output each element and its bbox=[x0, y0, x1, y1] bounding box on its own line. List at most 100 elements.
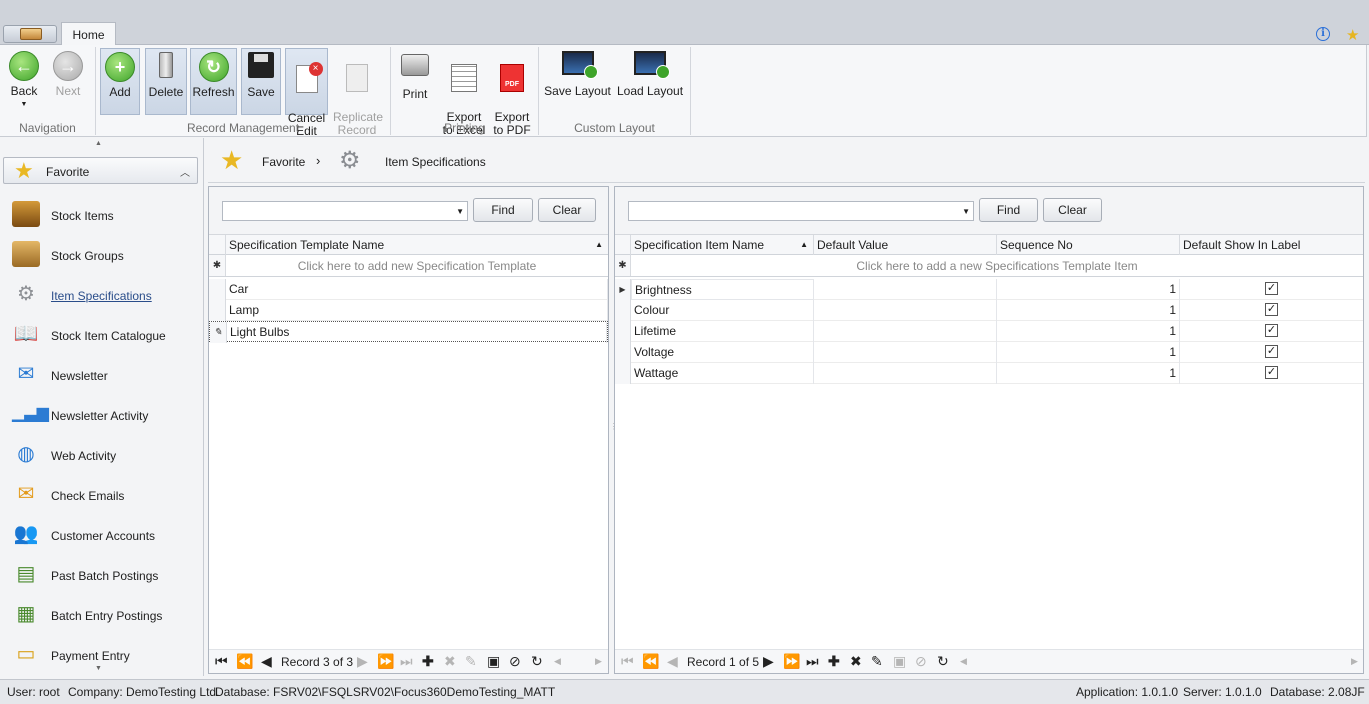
scroll-left-icon[interactable]: ◀ bbox=[960, 656, 967, 667]
sidebar-group-header[interactable]: ★ Favorite ︿ bbox=[3, 157, 198, 184]
group-record-management: Record Management bbox=[186, 121, 300, 135]
add-button[interactable]: + Add bbox=[100, 48, 140, 115]
search-combo[interactable]: ▼ bbox=[222, 201, 468, 221]
next-page-icon[interactable]: ⏩ bbox=[377, 653, 394, 670]
catalogue-icon: 📖 bbox=[13, 323, 39, 345]
sidebar-item-label: Web Activity bbox=[51, 449, 117, 463]
checkbox[interactable]: ✓ bbox=[1265, 324, 1278, 337]
sidebar-item-stock-items[interactable]: Stock Items bbox=[10, 195, 200, 231]
next-record-icon[interactable]: ▶ bbox=[763, 653, 774, 670]
save-record-icon[interactable]: ▣ bbox=[893, 653, 906, 670]
table-row[interactable]: Wattage 1 ✓ bbox=[615, 363, 1363, 384]
find-button[interactable]: Find bbox=[979, 198, 1038, 222]
sidebar-scroll-up[interactable]: ▲ bbox=[95, 140, 102, 147]
checkbox[interactable]: ✓ bbox=[1265, 345, 1278, 358]
chevron-up-icon[interactable]: ︿ bbox=[180, 164, 190, 179]
app-menu-button[interactable] bbox=[3, 25, 57, 43]
table-row[interactable]: ▶ Brightness 1 ✓ bbox=[615, 279, 1363, 300]
cancel-record-icon[interactable]: ⊘ bbox=[915, 653, 927, 670]
table-row[interactable]: Lifetime 1 ✓ bbox=[615, 321, 1363, 342]
edit-record-icon[interactable]: ✎ bbox=[465, 653, 477, 670]
next-page-icon[interactable]: ⏩ bbox=[783, 653, 800, 670]
dropdown-arrow-icon[interactable]: ▼ bbox=[4, 98, 44, 111]
scroll-left-icon[interactable]: ◀ bbox=[554, 656, 561, 667]
clear-button[interactable]: Clear bbox=[538, 198, 596, 222]
last-record-icon[interactable]: ⏭ bbox=[400, 653, 413, 670]
sidebar-item-customer-accounts[interactable]: 👥 Customer Accounts bbox=[10, 515, 200, 551]
prev-page-icon[interactable]: ⏪ bbox=[642, 653, 659, 670]
breadcrumb-favorite[interactable]: Favorite bbox=[262, 155, 305, 169]
sidebar-item-check-emails[interactable]: ✉ Check Emails bbox=[10, 475, 200, 511]
sidebar-item-batch-entry-postings[interactable]: ▦ Batch Entry Postings bbox=[10, 595, 200, 631]
refresh-record-icon[interactable]: ↻ bbox=[937, 653, 949, 670]
export-excel-button[interactable]: Export to Excel bbox=[440, 48, 488, 137]
column-header-sequence-no[interactable]: Sequence No bbox=[997, 235, 1180, 255]
checkbox[interactable]: ✓ bbox=[1265, 366, 1278, 379]
scroll-right-icon[interactable]: ▶ bbox=[595, 656, 602, 667]
status-bar: User: root Company: DemoTesting Ltd. Dat… bbox=[0, 679, 1369, 704]
table-cell-editing[interactable]: Light Bulbs bbox=[227, 322, 607, 343]
sidebar-item-item-specifications[interactable]: ⚙ Item Specifications bbox=[10, 275, 200, 311]
refresh-record-icon[interactable]: ↻ bbox=[531, 653, 543, 670]
save-layout-button[interactable]: Save Layout bbox=[544, 48, 611, 115]
search-combo[interactable]: ▼ bbox=[628, 201, 974, 221]
delete-button[interactable]: Delete bbox=[145, 48, 187, 115]
checkbox[interactable]: ✓ bbox=[1265, 282, 1278, 295]
prev-record-icon[interactable]: ◀ bbox=[667, 653, 678, 670]
info-icon[interactable]: i bbox=[1316, 27, 1330, 41]
table-row[interactable]: Voltage 1 ✓ bbox=[615, 342, 1363, 363]
edit-record-icon[interactable]: ✎ bbox=[871, 653, 883, 670]
sidebar-scroll-down[interactable]: ▼ bbox=[95, 665, 102, 672]
print-button[interactable]: Print bbox=[395, 48, 435, 115]
column-header-item-name[interactable]: Specification Item Name ▲ bbox=[631, 235, 814, 255]
save-record-icon[interactable]: ▣ bbox=[487, 653, 500, 670]
add-label: Add bbox=[109, 85, 131, 99]
save-button[interactable]: Save bbox=[241, 48, 281, 115]
next-button[interactable]: → Next bbox=[48, 48, 88, 115]
sidebar-item-past-batch-postings[interactable]: ▤ Past Batch Postings bbox=[10, 555, 200, 591]
sidebar-item-web-activity[interactable]: ◍ Web Activity bbox=[10, 435, 200, 471]
delete-record-icon[interactable]: ✖ bbox=[850, 653, 862, 670]
back-button[interactable]: ← Back ▼ bbox=[4, 48, 44, 115]
tab-home[interactable]: Home bbox=[61, 22, 116, 46]
new-row[interactable]: ✱ Click here to add new Specification Te… bbox=[209, 255, 608, 277]
export-pdf-button[interactable]: PDF Export to PDF bbox=[491, 48, 533, 137]
breadcrumb-current: Item Specifications bbox=[385, 155, 486, 169]
sidebar-item-newsletter[interactable]: ✉ Newsletter bbox=[10, 355, 200, 391]
add-record-icon[interactable]: ✚ bbox=[828, 653, 840, 670]
load-layout-button[interactable]: Load Layout bbox=[616, 48, 684, 115]
save-layout-icon bbox=[561, 51, 598, 79]
first-record-icon[interactable]: ⏮ bbox=[215, 653, 228, 670]
next-record-icon[interactable]: ▶ bbox=[357, 653, 368, 670]
delete-record-icon[interactable]: ✖ bbox=[444, 653, 456, 670]
sidebar-item-stock-item-catalogue[interactable]: 📖 Stock Item Catalogue bbox=[10, 315, 200, 351]
prev-record-icon[interactable]: ◀ bbox=[261, 653, 272, 670]
table-row[interactable]: Car bbox=[209, 279, 608, 300]
sidebar-item-stock-groups[interactable]: Stock Groups bbox=[10, 235, 200, 271]
template-grid-panel: ▼ Find Clear Specification Template Name… bbox=[208, 186, 609, 674]
star-icon[interactable]: ★ bbox=[1346, 26, 1359, 44]
first-record-icon[interactable]: ⏮ bbox=[621, 653, 634, 670]
table-row[interactable]: Lamp bbox=[209, 300, 608, 321]
column-header-default-value[interactable]: Default Value bbox=[814, 235, 997, 255]
table-row[interactable]: Colour 1 ✓ bbox=[615, 300, 1363, 321]
chevron-down-icon[interactable]: ▼ bbox=[962, 207, 970, 216]
refresh-button[interactable]: ↻ Refresh bbox=[190, 48, 237, 115]
cancel-edit-button[interactable]: × Cancel Edit bbox=[285, 48, 328, 138]
new-row[interactable]: ✱ Click here to add a new Specifications… bbox=[615, 255, 1363, 277]
scroll-right-icon[interactable]: ▶ bbox=[1351, 656, 1358, 667]
chevron-down-icon[interactable]: ▼ bbox=[456, 207, 464, 216]
checkbox[interactable]: ✓ bbox=[1265, 303, 1278, 316]
last-record-icon[interactable]: ⏭ bbox=[806, 653, 819, 670]
column-header-show-in-label[interactable]: Default Show In Label bbox=[1180, 235, 1363, 255]
clear-button[interactable]: Clear bbox=[1043, 198, 1102, 222]
table-row-selected[interactable]: ✎ Light Bulbs bbox=[209, 321, 608, 343]
find-button[interactable]: Find bbox=[473, 198, 533, 222]
prev-page-icon[interactable]: ⏪ bbox=[236, 653, 253, 670]
cancel-record-icon[interactable]: ⊘ bbox=[509, 653, 521, 670]
column-header-template-name[interactable]: Specification Template Name ▲ bbox=[226, 235, 608, 255]
sidebar-item-newsletter-activity[interactable]: ▁▃▆ Newsletter Activity bbox=[10, 395, 200, 431]
sidebar-item-payment-entry[interactable]: ▭ Payment Entry bbox=[10, 635, 200, 671]
add-record-icon[interactable]: ✚ bbox=[422, 653, 434, 670]
replicate-record-button[interactable]: Replicate Record bbox=[333, 48, 383, 137]
